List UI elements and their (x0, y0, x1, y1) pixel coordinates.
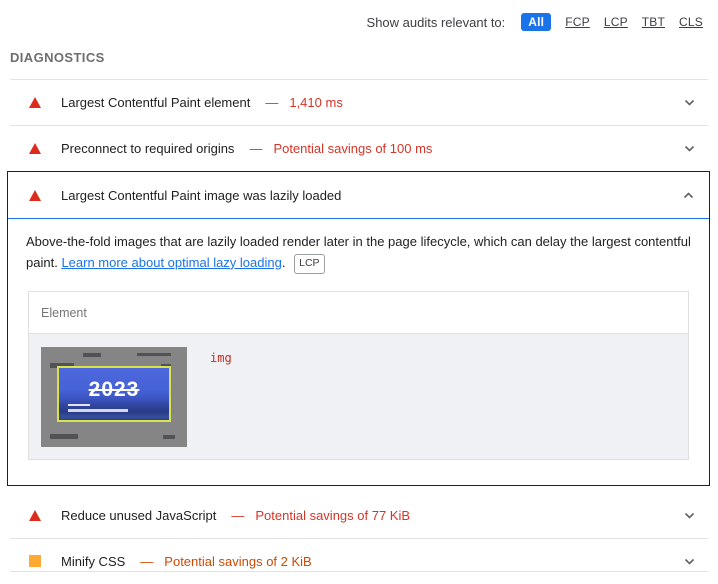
audit-row-lazy-loaded[interactable]: Largest Contentful Paint image was lazil… (8, 172, 709, 219)
fail-triangle-icon (28, 189, 42, 201)
audit-title: Largest Contentful Paint image was lazil… (61, 187, 342, 203)
audit-row-preconnect[interactable]: Preconnect to required origins — Potenti… (0, 126, 718, 171)
chevron-down-icon[interactable] (683, 96, 696, 109)
average-square-icon (28, 555, 42, 568)
audit-row-unused-js[interactable]: Reduce unused JavaScript — Potential sav… (0, 492, 718, 538)
filter-chip-cls[interactable]: CLS (679, 15, 703, 29)
lcp-metric-badge: LCP (294, 253, 325, 274)
expanded-audit-lazy-loaded: Largest Contentful Paint image was lazil… (7, 171, 710, 486)
filter-label: Show audits relevant to: (366, 14, 506, 30)
element-screenshot-thumbnail: 2023 (41, 346, 187, 447)
filter-chip-tbt[interactable]: TBT (642, 15, 665, 29)
audit-display-value: — Potential savings of 77 KiB (231, 507, 411, 523)
audit-display-value: — Potential savings of 2 KiB (140, 553, 312, 569)
audit-filter-bar: Show audits relevant to: All FCP LCP TBT… (0, 0, 718, 35)
audit-row-lcp-element[interactable]: Largest Contentful Paint element — 1,410… (0, 80, 718, 125)
chevron-down-icon[interactable] (683, 509, 696, 522)
audit-display-value: — 1,410 ms (265, 95, 343, 110)
element-table: Element 2023 img (28, 290, 689, 460)
audit-title: Preconnect to required origins (61, 141, 235, 156)
audit-title: Reduce unused JavaScript (61, 507, 217, 523)
audit-title: Minify CSS (61, 553, 126, 569)
chevron-up-icon[interactable] (682, 189, 695, 202)
diagnostics-heading: DIAGNOSTICS (10, 50, 105, 65)
audit-title: Largest Contentful Paint element (61, 95, 251, 110)
chevron-down-icon[interactable] (683, 555, 696, 568)
filter-chip-all[interactable]: All (521, 13, 552, 31)
fail-triangle-icon (28, 97, 42, 108)
highlighted-image-region: 2023 (57, 365, 171, 422)
fail-triangle-icon (28, 143, 42, 154)
audit-details: Above-the-fold images that are lazily lo… (8, 219, 709, 485)
table-header-element: Element (29, 291, 688, 334)
audit-display-value: — Potential savings of 100 ms (249, 141, 433, 156)
table-row: 2023 img (29, 333, 688, 459)
audit-description: Above-the-fold images that are lazily lo… (26, 232, 691, 275)
filter-chip-fcp[interactable]: FCP (565, 15, 590, 29)
learn-more-link[interactable]: Learn more about optimal lazy loading (61, 255, 281, 270)
audit-row-minify-css[interactable]: Minify CSS — Potential savings of 2 KiB (0, 538, 718, 584)
fail-triangle-icon (28, 509, 42, 521)
thumbnail-year-text: 2023 (88, 377, 140, 401)
element-node-label: img (210, 350, 232, 365)
filter-chip-lcp[interactable]: LCP (604, 15, 628, 29)
chevron-down-icon[interactable] (683, 142, 696, 155)
